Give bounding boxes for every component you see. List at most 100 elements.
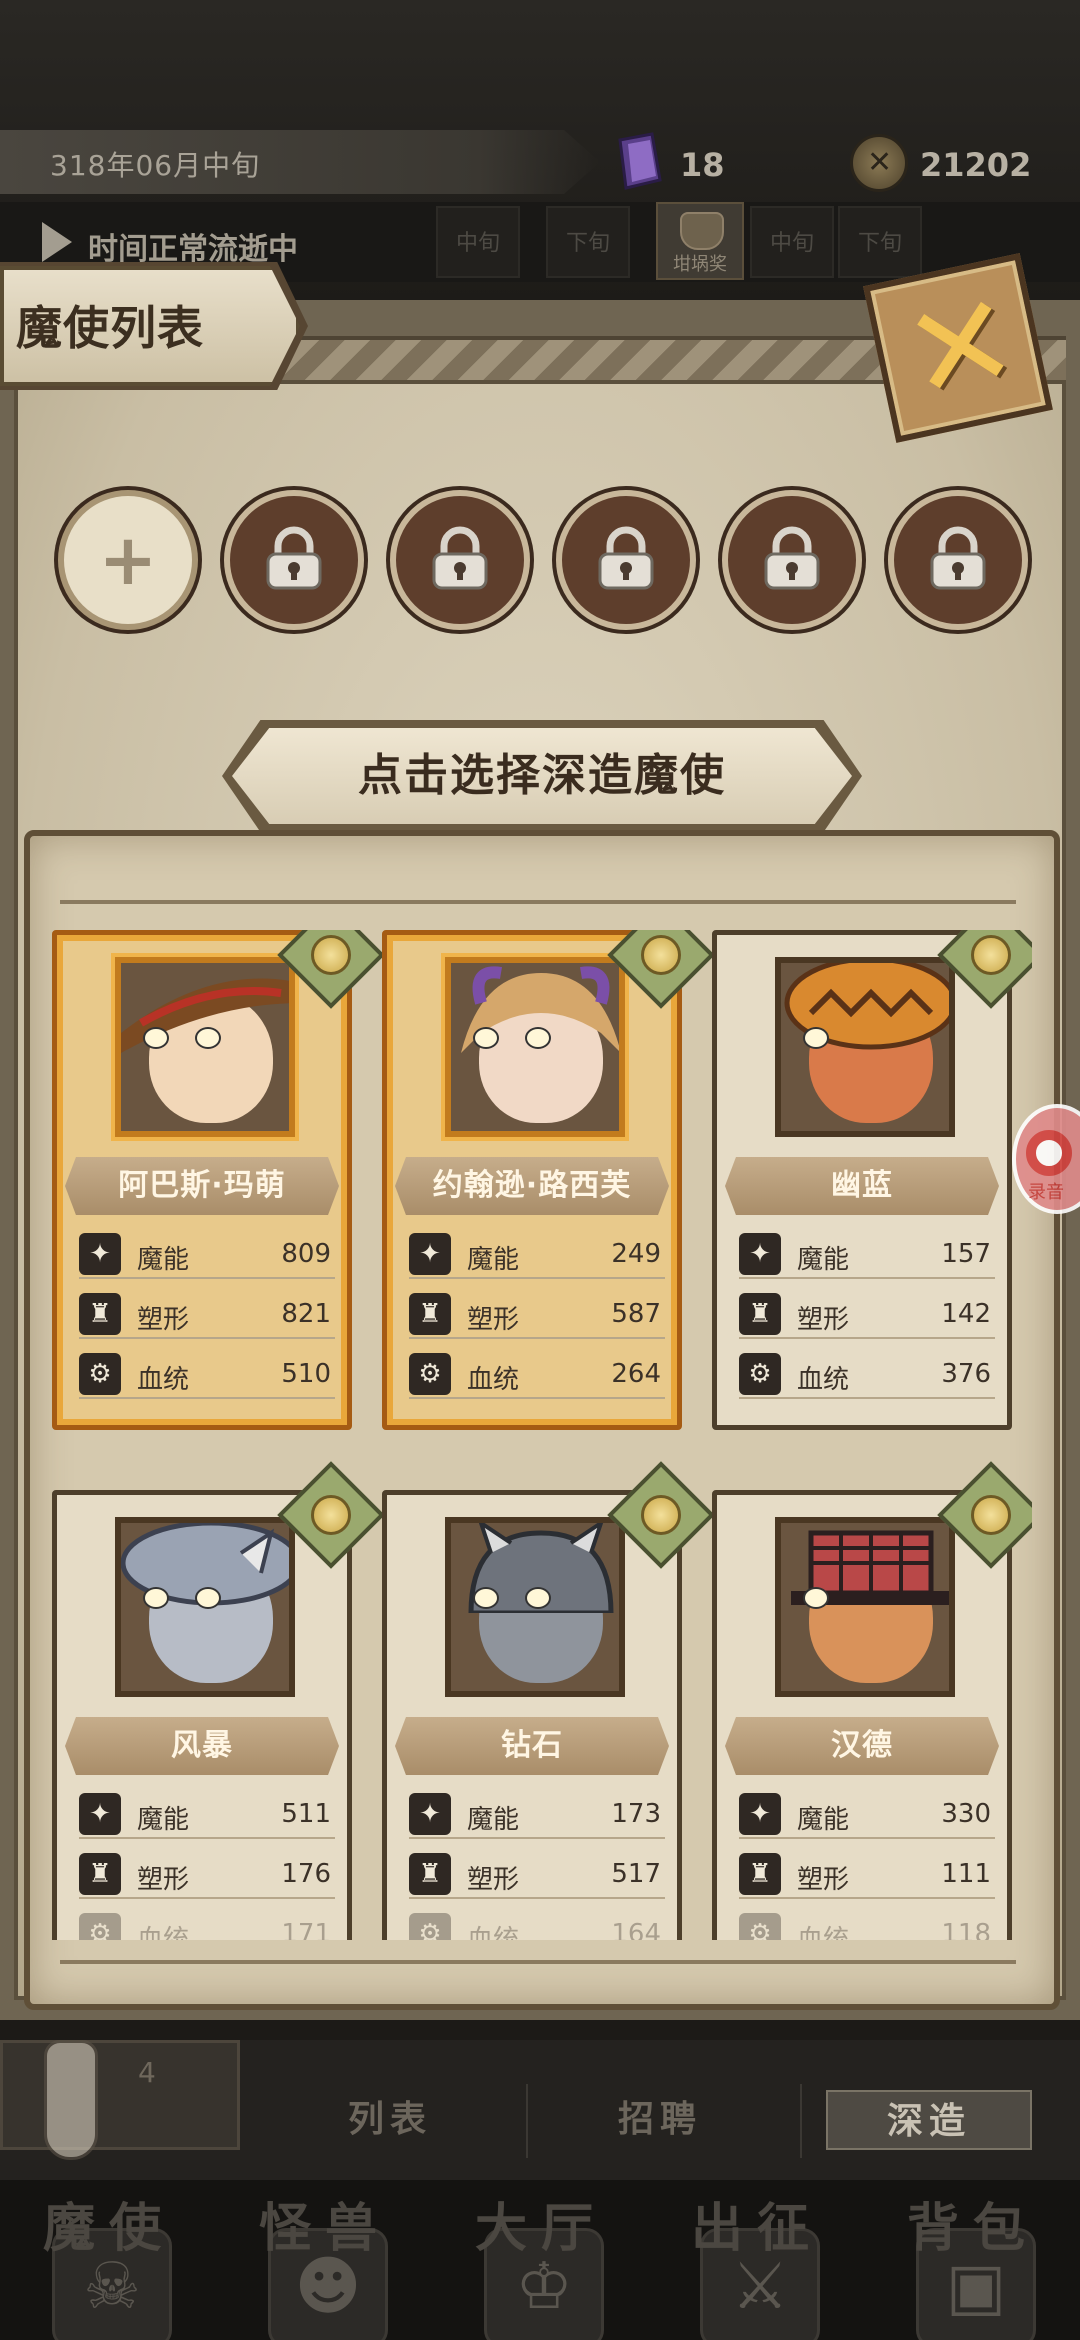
stat-row: ⚙ 血统 264 [409,1349,665,1399]
stat-value: 510 [281,1359,331,1389]
magic-icon: ✦ [409,1793,451,1835]
stat-row: ♜ 塑形 111 [739,1849,995,1899]
medal-icon [641,1495,681,1535]
monster-name: 汉德 [831,1728,893,1763]
stat-row: ✦ 魔能 249 [409,1229,665,1279]
monster-card[interactable]: 风暴 ✦ 魔能 511 ♜ 塑形 176 ⚙ 血统 171 [52,1461,385,1940]
nav-monster-envoys[interactable]: ☠ 魔使 [4,2180,214,2340]
body-icon: ♜ [409,1293,451,1335]
magic-icon: ✦ [739,1793,781,1835]
record-icon [1026,1130,1072,1176]
monster-card[interactable]: 阿巴斯·玛萌 ✦ 魔能 809 ♜ 塑形 821 ⚙ 血统 510 [52,930,385,1430]
eye [143,1587,169,1609]
close-button[interactable]: ✕ [863,253,1053,443]
stat-label: 塑形 [467,1305,520,1335]
stat-row: ♜ 塑形 587 [409,1289,665,1339]
slot-locked[interactable] [722,490,862,630]
slot-locked[interactable] [556,490,696,630]
stat-label: 血统 [467,1925,520,1940]
stat-row: ♜ 塑形 517 [409,1849,665,1899]
stat-value: 821 [281,1299,331,1329]
gear-icon: ⚙ [739,1913,781,1940]
eye [525,1027,551,1049]
tab-advanced-study[interactable]: 深造 [826,2090,1032,2150]
body-icon: ♜ [79,1853,121,1895]
nav-hall[interactable]: ♔ 大厅 [436,2180,646,2340]
period-cell: 下旬 [546,206,630,278]
monster-card-list[interactable]: 阿巴斯·玛萌 ✦ 魔能 809 ♜ 塑形 821 ⚙ 血统 510 约翰逊·路西… [52,930,1032,1940]
stat-value: 157 [941,1239,991,1269]
stat-label: 魔能 [467,1805,520,1835]
stat-value: 111 [941,1859,991,1889]
tab-divider [800,2084,802,2158]
medal-icon [971,935,1011,975]
slot-locked[interactable] [888,490,1028,630]
medal-icon [641,935,681,975]
monster-portrait [775,957,955,1137]
eye [803,1027,829,1049]
monster-card[interactable]: 幽蓝 ✦ 魔能 157 ♜ 塑形 142 ⚙ 血统 376 [712,930,1032,1430]
stat-row: ✦ 魔能 809 [79,1229,335,1279]
game-date: 318年06月中旬 [50,149,261,182]
lock-icon [432,526,488,590]
stat-value: 164 [611,1919,661,1940]
tab-recruit[interactable]: 招聘 [570,2090,750,2150]
lock-icon [930,526,986,590]
monster-card[interactable]: 约翰逊·路西芙 ✦ 魔能 249 ♜ 塑形 587 ⚙ 血统 264 [382,930,715,1430]
tab-list[interactable]: 列表 [300,2090,480,2150]
nav-expedition[interactable]: ⚔ 出征 [652,2180,862,2340]
stat-value: 511 [281,1799,331,1829]
stat-value: 330 [941,1799,991,1829]
spellbook-count: 18 [680,146,725,184]
stat-label: 血统 [467,1365,520,1395]
slot-add[interactable]: + [58,490,198,630]
lock-icon [266,526,322,590]
stat-row: ⚙ 血统 171 [79,1909,335,1940]
time-status: 时间正常流逝中 [88,232,298,267]
monster-name: 阿巴斯·玛萌 [118,1168,286,1203]
stat-label: 魔能 [797,1245,850,1275]
slot-locked[interactable] [390,490,530,630]
monster-card[interactable]: 钻石 ✦ 魔能 173 ♜ 塑形 517 ⚙ 血统 164 [382,1461,715,1940]
nav-label: 怪兽 [258,2199,391,2259]
stat-label: 塑形 [137,1305,190,1335]
event-cauldron[interactable]: 坩埚奖 [656,202,744,280]
record-label: 录音 [1028,1182,1064,1203]
stat-label: 塑形 [797,1865,850,1895]
lock-icon [764,526,820,590]
body-icon: ♜ [409,1853,451,1895]
eye [143,1027,169,1049]
stat-label: 塑形 [137,1865,190,1895]
stat-value: 142 [941,1299,991,1329]
stat-row: ✦ 魔能 511 [79,1789,335,1839]
stat-row: ♜ 塑形 176 [79,1849,335,1899]
nav-label: 出征 [690,2199,823,2259]
body-icon: ♜ [739,1293,781,1335]
nav-monsters[interactable]: ☻ 怪兽 [220,2180,430,2340]
stat-value: 249 [611,1239,661,1269]
body-icon: ♜ [739,1853,781,1895]
stat-row: ✦ 魔能 157 [739,1229,995,1279]
stat-value: 809 [281,1239,331,1269]
stat-label: 血统 [137,1925,190,1940]
stat-label: 血统 [137,1365,190,1395]
period-cell: 中旬 [750,206,834,278]
monster-portrait [775,1517,955,1697]
stat-row: ✦ 魔能 173 [409,1789,665,1839]
monster-card[interactable]: 汉德 ✦ 魔能 330 ♜ 塑形 111 ⚙ 血统 118 [712,1461,1032,1940]
page-title: 魔使列表 [16,301,204,355]
coin-icon [850,134,908,192]
play-icon[interactable] [42,222,72,262]
stat-row: ♜ 塑形 821 [79,1289,335,1339]
stat-label: 血统 [797,1365,850,1395]
stat-row: ⚙ 血统 510 [79,1349,335,1399]
period-cell: 下旬 [838,206,922,278]
board-divider [60,900,1016,904]
slot-locked[interactable] [224,490,364,630]
nav-backpack[interactable]: ▣ 背包 [868,2180,1078,2340]
eye [803,1587,829,1609]
stat-label: 塑形 [467,1865,520,1895]
stat-value: 587 [611,1299,661,1329]
monster-portrait [445,1517,625,1697]
quest-marker[interactable] [0,2040,240,2150]
